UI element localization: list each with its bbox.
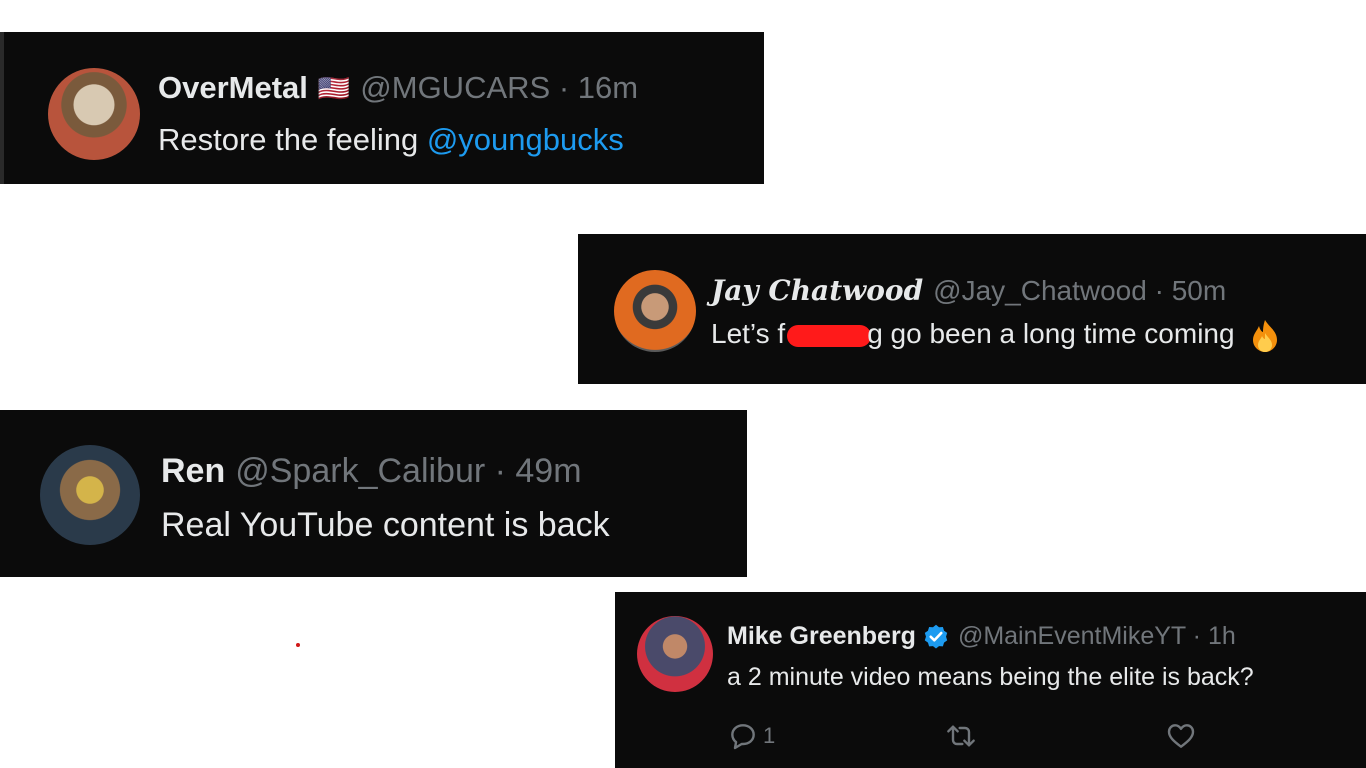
reply-icon [731,724,755,750]
retweet-icon [947,725,975,747]
tweet-actions: 1 [727,720,1207,752]
tweet-text-start: Let’s f [711,318,786,349]
user-avatar[interactable] [637,616,713,692]
handle-and-time[interactable]: @Spark_Calibur · 49m [235,452,581,491]
mention-link[interactable]: @youngbucks [427,122,624,157]
reply-count: 1 [763,723,776,748]
tweet-text-content: Restore the feeling [158,122,427,157]
retweet-button[interactable] [945,720,977,752]
display-name[interactable]: Ren [161,452,225,491]
tweet-text: Restore the feeling @youngbucks [158,122,624,158]
display-name[interactable]: Jay Chatwood [711,274,923,307]
tweet-header: OverMetal 🇺🇸 @MGUCARS · 16m [158,70,638,106]
us-flag-icon: 🇺🇸 [317,72,351,103]
fire-emoji-icon [1253,319,1278,352]
redaction-mark [787,324,872,347]
tweet-ren[interactable]: Ren @Spark_Calibur · 49m Real YouTube co… [0,410,747,577]
tweet-mike-greenberg[interactable]: Mike Greenberg @MainEventMikeYT · 1h a 2… [615,592,1366,768]
user-avatar[interactable] [40,445,140,545]
verified-badge-icon [924,624,948,649]
handle-and-time[interactable]: @Jay_Chatwood · 50m [933,275,1226,307]
tweet-text: Let’s f g go been a long time coming [711,318,1280,353]
display-name[interactable]: Mike Greenberg [727,622,916,651]
tweet-header: Mike Greenberg @MainEventMikeYT · 1h [727,622,1236,651]
handle-and-time[interactable]: @MainEventMikeYT · 1h [958,622,1236,651]
like-button[interactable] [1165,720,1197,752]
user-avatar[interactable] [614,270,696,352]
heart-icon [1167,724,1195,748]
tweet-header: Jay Chatwood @Jay_Chatwood · 50m [711,274,1226,307]
tweet-text: a 2 minute video means being the elite i… [727,663,1254,691]
user-avatar[interactable] [48,68,140,160]
reply-button[interactable]: 1 [727,720,775,752]
tweet-text-end: g go been a long time coming [867,318,1235,349]
tweet-header: Ren @Spark_Calibur · 49m [161,452,582,491]
tweet-jay-chatwood[interactable]: Jay Chatwood @Jay_Chatwood · 50m Let’s f… [578,234,1366,384]
display-name[interactable]: OverMetal [158,70,308,106]
tweet-overmetal[interactable]: OverMetal 🇺🇸 @MGUCARS · 16m Restore the … [0,32,764,184]
handle-and-time[interactable]: @MGUCARS · 16m [360,70,638,106]
tweet-text: Real YouTube content is back [161,506,610,544]
stray-red-dot [296,643,300,647]
